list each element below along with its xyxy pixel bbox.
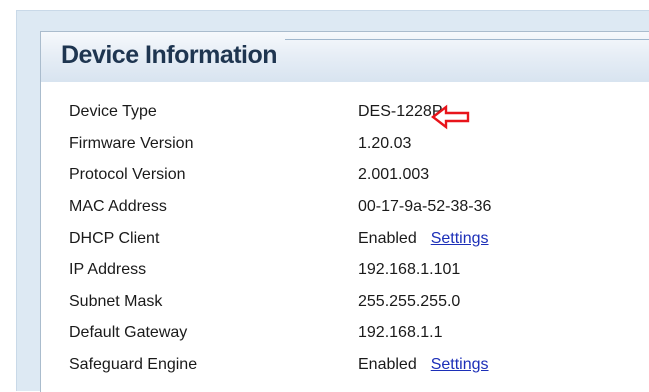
row-label-subnet-mask: Subnet Mask: [69, 293, 163, 310]
row-value-safeguard-engine: Enabled Settings: [358, 353, 489, 376]
row-label-default-gateway: Default Gateway: [69, 324, 188, 341]
table-row: Default Gateway 192.168.1.1: [40, 321, 640, 344]
row-value-ip-address: 192.168.1.101: [358, 261, 461, 278]
dhcp-settings-link[interactable]: Settings: [431, 230, 489, 247]
row-value-dhcp-client: Enabled Settings: [358, 227, 489, 250]
row-value-mac-address: 00-17-9a-52-38-36: [358, 198, 492, 215]
safeguard-engine-status: Enabled: [358, 356, 417, 373]
table-row: IP Address 192.168.1.101: [40, 258, 640, 281]
row-value-subnet-mask: 255.255.255.0: [358, 293, 461, 310]
row-label-mac-address: MAC Address: [69, 198, 167, 215]
row-label-firmware-version: Firmware Version: [69, 135, 194, 152]
table-row: Protocol Version 2.001.003: [40, 163, 640, 186]
left-arrow-icon: [431, 104, 470, 130]
header-divider: [285, 39, 649, 40]
table-row: MAC Address 00-17-9a-52-38-36: [40, 195, 640, 218]
table-row: Safeguard Engine Enabled Settings: [40, 353, 640, 376]
panel-header: Device Information: [41, 32, 649, 82]
dhcp-client-status: Enabled: [358, 230, 417, 247]
row-label-protocol-version: Protocol Version: [69, 166, 186, 183]
row-value-default-gateway: 192.168.1.1: [358, 324, 443, 341]
row-label-ip-address: IP Address: [69, 261, 147, 278]
panel-title: Device Information: [61, 41, 278, 69]
row-value-firmware-version: 1.20.03: [358, 135, 412, 152]
row-value-protocol-version: 2.001.003: [358, 166, 430, 183]
safeguard-settings-link[interactable]: Settings: [431, 356, 489, 373]
table-row: DHCP Client Enabled Settings: [40, 227, 640, 250]
row-label-safeguard-engine: Safeguard Engine: [69, 356, 198, 373]
row-label-dhcp-client: DHCP Client: [69, 230, 160, 247]
table-row: Device Type DES-1228P: [40, 100, 640, 123]
table-row: Firmware Version 1.20.03: [40, 132, 640, 155]
row-label-device-type: Device Type: [69, 103, 157, 120]
table-row: Subnet Mask 255.255.255.0: [40, 290, 640, 313]
page-background: Device Information Device Type DES-1228P…: [0, 0, 649, 392]
